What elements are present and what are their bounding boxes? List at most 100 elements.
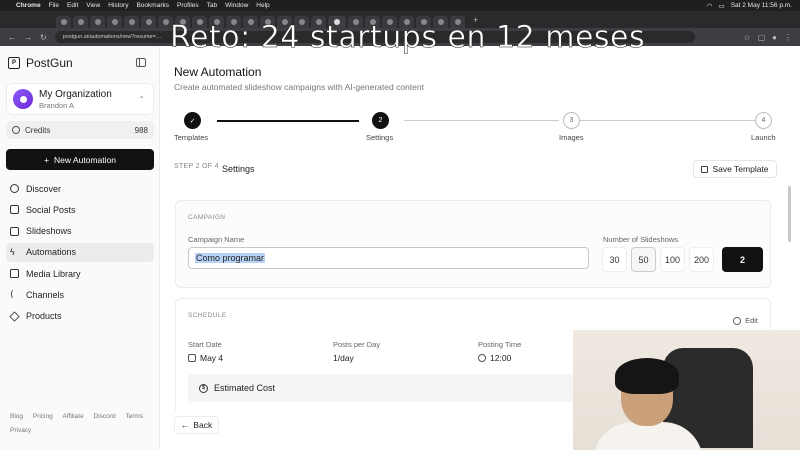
share-icon: ⟨: [10, 289, 14, 300]
sidebar-item-media-library[interactable]: Media Library: [6, 264, 154, 283]
posts-per-day-label: Posts per Day: [333, 340, 381, 349]
step-2-number[interactable]: 2: [372, 112, 389, 129]
box-icon: [9, 311, 20, 322]
kebab-menu-icon[interactable]: ⋮: [784, 33, 792, 42]
page-title: New Automation: [174, 65, 262, 79]
tab-favicon-icon: [111, 19, 118, 25]
forward-arrow-icon[interactable]: →: [24, 33, 32, 42]
menu-clock[interactable]: Sat 2 May 11:56 p.m.: [731, 2, 792, 9]
plus-icon: +: [44, 154, 50, 165]
main-scrollbar[interactable]: [788, 186, 791, 242]
browser-tab[interactable]: [56, 16, 71, 28]
menu-edit[interactable]: Edit: [67, 2, 78, 9]
footer-link-affiliate[interactable]: Affiliate: [63, 410, 84, 424]
sidebar-item-discover[interactable]: Discover: [6, 179, 154, 198]
footer-link-terms[interactable]: Terms: [125, 410, 143, 424]
step-4-number[interactable]: 4: [755, 112, 772, 129]
browser-tab[interactable]: [107, 16, 122, 28]
tab-favicon-icon: [128, 19, 135, 25]
clock-icon: [478, 354, 486, 362]
footer-link-privacy[interactable]: Privacy: [10, 424, 31, 438]
video-caption-overlay: Reto: 24 startups en 12 meses: [170, 20, 646, 56]
posting-time-value[interactable]: 12:00: [478, 353, 511, 363]
start-date-value[interactable]: May 4: [188, 353, 223, 363]
menu-profiles[interactable]: Profiles: [177, 2, 199, 9]
menu-file[interactable]: File: [49, 2, 59, 9]
step-1-check-icon[interactable]: ✓: [184, 112, 201, 129]
sidebar-item-label: Slideshows: [26, 226, 72, 237]
compass-icon: [10, 184, 19, 193]
arrow-left-icon: ←: [180, 420, 190, 430]
menu-help[interactable]: Help: [256, 2, 269, 9]
posting-time-label: Posting Time: [478, 340, 522, 349]
clock-icon: [733, 316, 742, 325]
back-arrow-icon[interactable]: ←: [8, 33, 16, 42]
campaign-heading: CAMPAIGN: [188, 214, 226, 221]
slideshow-option-50[interactable]: 50: [631, 247, 656, 272]
posting-time-text: 12:00: [490, 353, 512, 363]
sidebar-item-label: Media Library: [26, 268, 81, 279]
footer-link-blog[interactable]: Blog: [10, 410, 23, 424]
wifi-icon[interactable]: ◠: [707, 2, 713, 10]
back-label: Back: [193, 420, 213, 430]
org-switcher[interactable]: My Organization Brandon A ⌃: [6, 83, 154, 115]
org-name: My Organization: [39, 88, 112, 100]
hair-shape: [615, 358, 679, 394]
back-button[interactable]: ← Back: [174, 416, 219, 434]
browser-tab[interactable]: [124, 16, 139, 28]
tab-favicon-icon: [145, 19, 152, 25]
credits-value: 988: [134, 125, 148, 135]
battery-icon[interactable]: ▭: [719, 2, 725, 10]
schedule-edit-button[interactable]: Edit: [733, 316, 758, 325]
menu-history[interactable]: History: [108, 2, 128, 9]
sidebar-item-label: Social Posts: [26, 204, 76, 215]
menu-app-name[interactable]: Chrome: [16, 2, 41, 9]
credits-row: Credits 988: [6, 121, 154, 139]
sidebar-collapse-icon[interactable]: [136, 58, 146, 67]
image-icon: [10, 269, 19, 279]
reload-icon[interactable]: ↻: [40, 33, 47, 42]
slideshow-custom-input[interactable]: 2: [722, 247, 763, 272]
step-3-number[interactable]: 3: [563, 112, 580, 129]
estimated-cost-row[interactable]: $ Estimated Cost: [188, 374, 588, 402]
dollar-icon: $: [199, 383, 208, 393]
new-automation-button[interactable]: + New Automation: [6, 149, 154, 170]
start-date-text: May 4: [200, 353, 224, 363]
sidebar-item-label: Products: [26, 311, 62, 322]
slideshow-option-100[interactable]: 100: [660, 247, 685, 272]
sidebar-item-slideshows[interactable]: Slideshows: [6, 222, 154, 241]
campaign-name-input[interactable]: Como programar: [188, 247, 589, 269]
webcam-overlay: [573, 330, 800, 450]
sidebar-item-social-posts[interactable]: Social Posts: [6, 200, 154, 219]
sidebar-footer-links: Blog Pricing Affiliate Discord Terms Pri…: [10, 410, 155, 438]
wizard-stepper: ✓ Templates 2 Settings 3 Images 4 Launch: [160, 112, 800, 152]
menu-view[interactable]: View: [86, 2, 100, 9]
menu-tab[interactable]: Tab: [207, 2, 217, 9]
schedule-heading: SCHEDULE: [188, 312, 227, 319]
step-2-label: Settings: [366, 133, 394, 142]
menu-window[interactable]: Window: [225, 2, 248, 9]
profile-icon[interactable]: ●: [772, 33, 777, 42]
footer-link-pricing[interactable]: Pricing: [33, 410, 53, 424]
step-connector: [580, 120, 755, 121]
sidebar-item-channels[interactable]: ⟨ Channels: [6, 285, 154, 304]
campaign-card: CAMPAIGN Campaign Name Como programar Nu…: [175, 200, 771, 288]
tab-favicon-icon: [60, 19, 67, 25]
posts-per-day-value[interactable]: 1/day: [333, 353, 354, 363]
browser-tab[interactable]: [141, 16, 156, 28]
slideshow-option-200[interactable]: 200: [689, 247, 714, 272]
browser-tab[interactable]: [90, 16, 105, 28]
browser-tab[interactable]: [73, 16, 88, 28]
brand[interactable]: P PostGun: [8, 56, 73, 70]
save-template-button[interactable]: Save Template: [693, 160, 777, 178]
sidebar-nav: Discover Social Posts Slideshows ϟ Autom…: [6, 179, 154, 328]
extensions-icon[interactable]: ▢: [758, 33, 766, 42]
footer-link-discord[interactable]: Discord: [94, 410, 116, 424]
menu-bookmarks[interactable]: Bookmarks: [136, 2, 169, 9]
slideshow-option-30[interactable]: 30: [602, 247, 627, 272]
estimated-cost-label: Estimated Cost: [214, 383, 276, 393]
star-icon[interactable]: ☆: [743, 33, 750, 42]
save-icon: [701, 165, 709, 173]
sidebar-item-products[interactable]: Products: [6, 307, 154, 326]
sidebar-item-automations[interactable]: ϟ Automations: [6, 242, 154, 262]
